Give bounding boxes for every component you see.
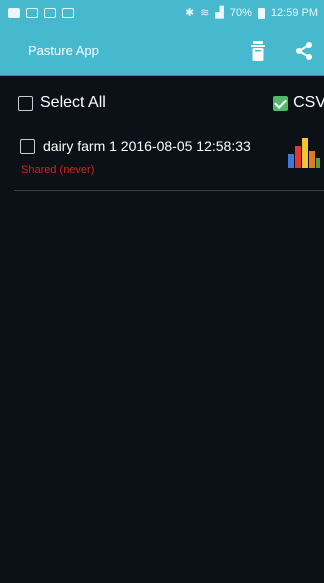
status-system-icons: ✱ ≋ ▟ 70% 12:59 PM [185, 7, 318, 19]
list-divider [14, 190, 324, 191]
status-time: 12:59 PM [270, 7, 318, 19]
trash-icon[interactable] [246, 39, 270, 63]
share-icon[interactable] [292, 39, 316, 63]
notification-icon [26, 8, 38, 18]
app-bar: Pasture App [0, 26, 324, 76]
bluetooth-icon: ✱ [184, 6, 195, 19]
record-row: dairy farm 1 2016-08-05 12:58:33 [20, 138, 324, 154]
select-all-checkbox[interactable] [18, 95, 33, 111]
csv-control[interactable]: CSV [273, 94, 324, 112]
app-title: Pasture App [28, 43, 99, 58]
record-title: dairy farm 1 2016-08-05 12:58:33 [43, 138, 251, 154]
notification-icon [44, 8, 56, 18]
list-item[interactable]: dairy farm 1 2016-08-05 12:58:33 Shared … [0, 126, 324, 190]
select-all-control[interactable]: Select All [18, 94, 106, 112]
record-share-status: Shared (never) [21, 164, 95, 176]
bar-chart-icon[interactable] [288, 138, 320, 173]
notification-icon [62, 8, 74, 18]
csv-checkbox[interactable] [273, 95, 289, 111]
csv-label: CSV [293, 94, 324, 111]
notification-icon [8, 8, 20, 18]
select-all-row: Select All CSV [0, 80, 324, 126]
status-notification-icons [8, 8, 74, 18]
app-actions [246, 39, 316, 63]
wifi-icon: ≋ [200, 6, 210, 19]
record-checkbox[interactable] [20, 138, 35, 154]
status-bar: ✱ ≋ ▟ 70% 12:59 PM [0, 0, 324, 26]
battery-percent: 70% [229, 7, 252, 19]
battery-icon [257, 7, 265, 19]
select-all-label: Select All [40, 94, 106, 111]
signal-icon: ▟ [215, 6, 224, 19]
